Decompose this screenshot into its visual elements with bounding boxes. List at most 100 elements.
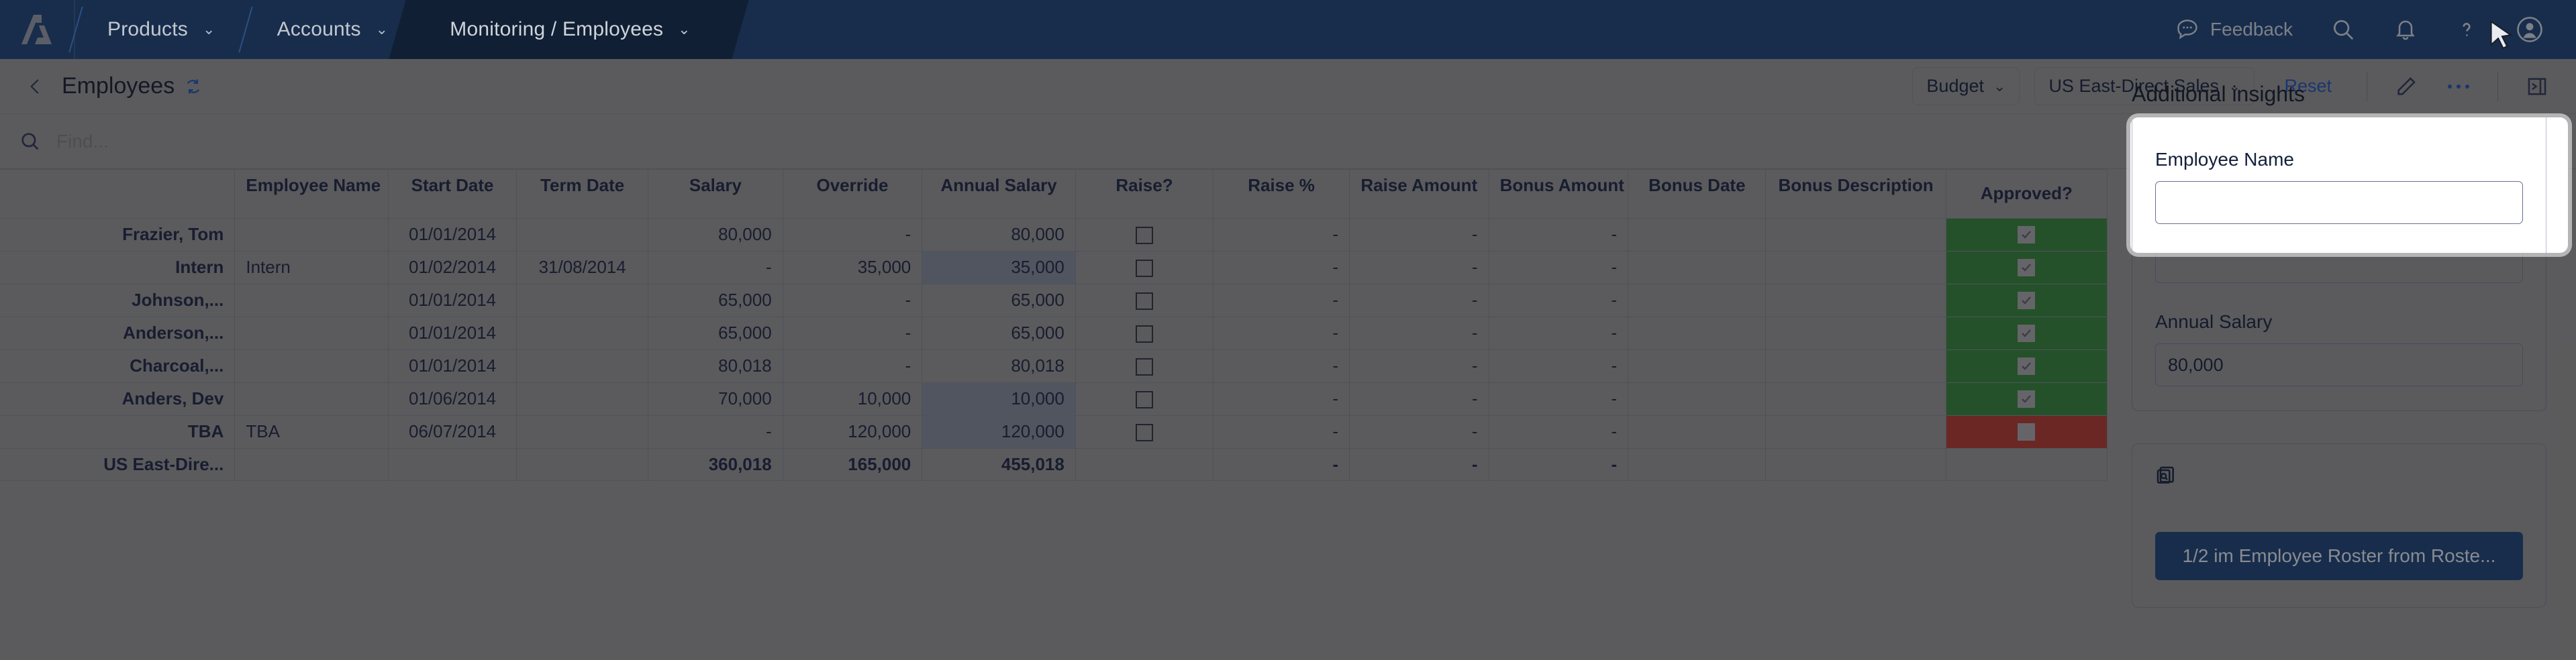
table-row[interactable]: Frazier, Tom01/01/201480,000-80,000---: [0, 218, 2108, 251]
raise-checkbox-cell[interactable]: [1075, 317, 1213, 349]
search-icon[interactable]: [2330, 17, 2356, 42]
approved-cell[interactable]: [1946, 448, 2107, 480]
employee-name-cell[interactable]: [235, 349, 389, 382]
override-cell[interactable]: 35,000: [783, 251, 922, 284]
table-row[interactable]: Charcoal,...01/01/201480,018-80,018---: [0, 349, 2108, 382]
column-header-rowhdr[interactable]: [0, 170, 235, 218]
approved-cell[interactable]: [1946, 251, 2107, 284]
column-header-raise-amount[interactable]: Raise Amount: [1350, 170, 1489, 218]
bonus-description-cell[interactable]: [1766, 349, 1946, 382]
bonus-date-cell[interactable]: [1628, 349, 1766, 382]
help-icon[interactable]: [2455, 17, 2478, 42]
override-cell[interactable]: 120,000: [783, 415, 922, 448]
bonus-amount-cell[interactable]: -: [1489, 448, 1628, 480]
raise-checkbox-cell[interactable]: [1075, 415, 1213, 448]
employee-name-cell[interactable]: [235, 284, 389, 317]
row-header-cell[interactable]: Johnson,...: [0, 284, 235, 317]
annual-salary-cell[interactable]: 455,018: [922, 448, 1076, 480]
salary-cell[interactable]: 360,018: [648, 448, 783, 480]
refresh-icon[interactable]: [184, 76, 203, 97]
row-header-cell[interactable]: Charcoal,...: [0, 349, 235, 382]
bonus-date-cell[interactable]: [1628, 448, 1766, 480]
annual-salary-cell[interactable]: 65,000: [922, 317, 1076, 349]
table-row[interactable]: US East-Dire...360,018165,000455,018---: [0, 448, 2108, 480]
raise-checkbox-cell[interactable]: [1075, 349, 1213, 382]
override-cell[interactable]: 165,000: [783, 448, 922, 480]
salary-cell[interactable]: 80,000: [648, 218, 783, 251]
column-header-bonus-amount[interactable]: Bonus Amount: [1489, 170, 1628, 218]
salary-cell[interactable]: 80,018: [648, 349, 783, 382]
bonus-description-cell[interactable]: [1766, 448, 1946, 480]
raise-amount-cell[interactable]: -: [1350, 415, 1489, 448]
raise-amount-cell[interactable]: -: [1350, 218, 1489, 251]
annual-salary-cell[interactable]: 10,000: [922, 382, 1076, 415]
start-date-cell[interactable]: 01/02/2014: [388, 251, 516, 284]
annual-salary-field[interactable]: 80,000: [2155, 343, 2523, 386]
search-input[interactable]: [56, 131, 526, 152]
column-header-raise[interactable]: Raise?: [1075, 170, 1213, 218]
table-row[interactable]: Anderson,...01/01/201465,000-65,000---: [0, 317, 2108, 349]
override-cell[interactable]: -: [783, 317, 922, 349]
row-header-cell[interactable]: US East-Dire...: [0, 448, 235, 480]
salary-cell[interactable]: 65,000: [648, 284, 783, 317]
avatar-icon[interactable]: [2516, 15, 2544, 44]
raise-amount-cell[interactable]: -: [1350, 349, 1489, 382]
raise-amount-cell[interactable]: -: [1350, 251, 1489, 284]
bonus-date-cell[interactable]: [1628, 218, 1766, 251]
checkbox-unchecked-icon[interactable]: [1136, 391, 1153, 408]
approved-cell[interactable]: [1946, 382, 2107, 415]
row-header-cell[interactable]: Intern: [0, 251, 235, 284]
approved-cell[interactable]: [1946, 349, 2107, 382]
employee-roster-button[interactable]: 1/2 im Employee Roster from Roste...: [2155, 532, 2523, 580]
bonus-description-cell[interactable]: [1766, 284, 1946, 317]
checkbox-checked-icon[interactable]: [2018, 259, 2035, 276]
bonus-amount-cell[interactable]: -: [1489, 317, 1628, 349]
start-date-cell[interactable]: 01/01/2014: [388, 317, 516, 349]
start-date-cell[interactable]: [388, 448, 516, 480]
employee-name-cell[interactable]: [235, 448, 389, 480]
raise-checkbox-cell[interactable]: [1075, 284, 1213, 317]
bonus-amount-cell[interactable]: -: [1489, 218, 1628, 251]
salary-details-card-highlight[interactable]: Salary details Employee Name Annual Sala…: [2132, 117, 2546, 253]
checkbox-unchecked-icon[interactable]: [1136, 358, 1153, 376]
approved-cell[interactable]: [1946, 218, 2107, 251]
budget-dropdown[interactable]: Budget ⌄: [1912, 67, 2020, 105]
raise-amount-cell[interactable]: -: [1350, 448, 1489, 480]
row-header-cell[interactable]: Anders, Dev: [0, 382, 235, 415]
raise-checkbox-cell[interactable]: [1075, 382, 1213, 415]
raise-amount-cell[interactable]: -: [1350, 317, 1489, 349]
approved-cell[interactable]: [1946, 317, 2107, 349]
back-button[interactable]: [17, 75, 54, 98]
raise-percent-cell[interactable]: -: [1213, 251, 1350, 284]
bonus-date-cell[interactable]: [1628, 415, 1766, 448]
employee-name-field-highlight[interactable]: [2155, 181, 2523, 224]
raise-percent-cell[interactable]: -: [1213, 317, 1350, 349]
term-date-cell[interactable]: [517, 349, 648, 382]
bell-icon[interactable]: [2393, 17, 2418, 42]
bonus-description-cell[interactable]: [1766, 251, 1946, 284]
term-date-cell[interactable]: [517, 415, 648, 448]
term-date-cell[interactable]: [517, 218, 648, 251]
raise-percent-cell[interactable]: -: [1213, 448, 1350, 480]
override-cell[interactable]: -: [783, 284, 922, 317]
bonus-date-cell[interactable]: [1628, 284, 1766, 317]
raise-percent-cell[interactable]: -: [1213, 218, 1350, 251]
salary-cell[interactable]: 70,000: [648, 382, 783, 415]
raise-checkbox-cell[interactable]: [1075, 218, 1213, 251]
raise-percent-cell[interactable]: -: [1213, 349, 1350, 382]
salary-cell[interactable]: 65,000: [648, 317, 783, 349]
table-row[interactable]: InternIntern01/02/201431/08/2014-35,0003…: [0, 251, 2108, 284]
feedback-button[interactable]: Feedback: [2175, 17, 2293, 42]
salary-cell[interactable]: -: [648, 251, 783, 284]
raise-percent-cell[interactable]: -: [1213, 415, 1350, 448]
raise-checkbox-cell[interactable]: [1075, 251, 1213, 284]
column-header-start-date[interactable]: Start Date: [388, 170, 516, 218]
start-date-cell[interactable]: 01/01/2014: [388, 218, 516, 251]
bonus-description-cell[interactable]: [1766, 382, 1946, 415]
bonus-amount-cell[interactable]: -: [1489, 284, 1628, 317]
table-row[interactable]: TBATBA06/07/2014-120,000120,000---: [0, 415, 2108, 448]
checkbox-checked-icon[interactable]: [2018, 358, 2035, 375]
table-row[interactable]: Johnson,...01/01/201465,000-65,000---: [0, 284, 2108, 317]
bonus-date-cell[interactable]: [1628, 251, 1766, 284]
column-header-override[interactable]: Override: [783, 170, 922, 218]
